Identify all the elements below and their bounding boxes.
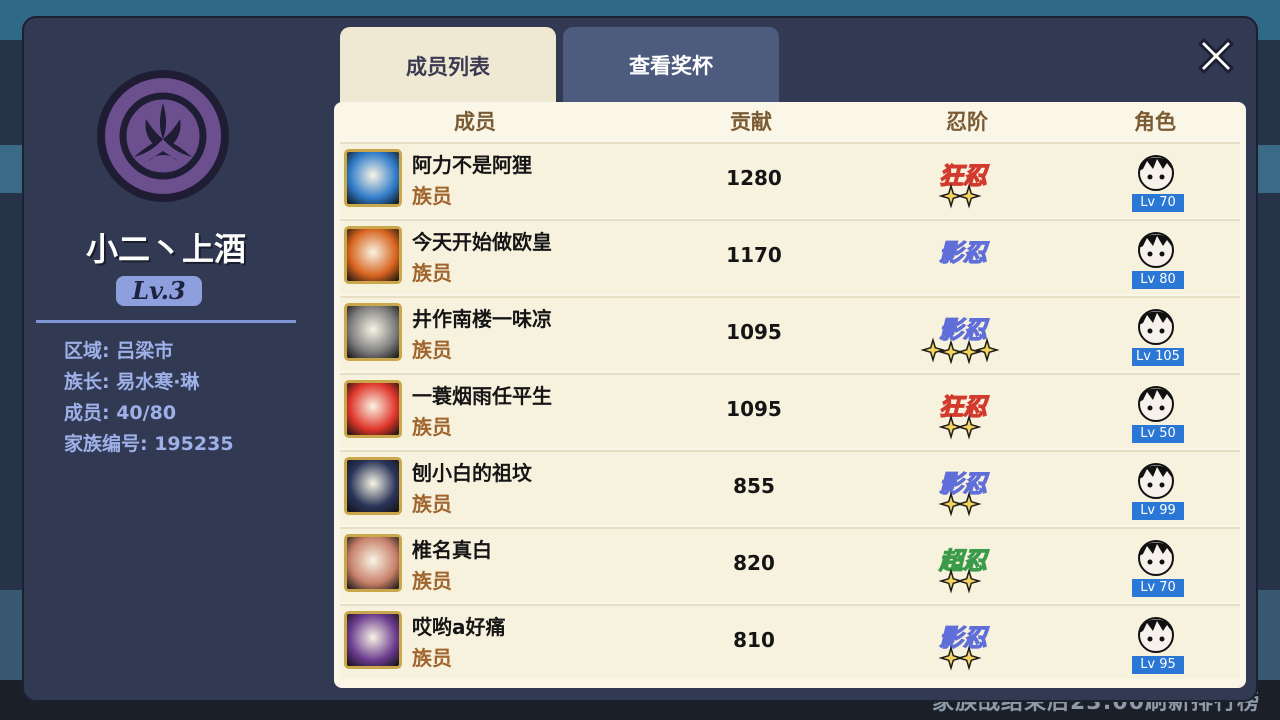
member-contribution: 855 xyxy=(733,474,775,498)
header-rank: 忍阶 xyxy=(946,110,988,134)
table-row[interactable]: 今天开始做欧皇 族员 1170 影忍 Lv 80 xyxy=(340,219,1240,294)
table-row[interactable]: 椎名真白族员 820 超忍 Lv 70 xyxy=(340,527,1240,602)
member-name: 椎名真白 xyxy=(412,538,492,562)
member-avatar[interactable] xyxy=(344,457,402,515)
character-portrait-icon[interactable] xyxy=(1129,224,1183,272)
clan-region: 区域: 吕梁市 xyxy=(64,340,174,362)
member-role: 族员 xyxy=(412,261,452,285)
member-role: 族员 xyxy=(412,415,452,439)
rank-text: 超忍 xyxy=(938,546,990,575)
divider xyxy=(36,320,296,323)
tab-member-list[interactable]: 成员列表 xyxy=(340,27,556,105)
table-row[interactable]: 阿力不是阿狸 族员 1280 狂忍 Lv 70 xyxy=(340,142,1240,217)
table-header: 成员 贡献 忍阶 角色 xyxy=(334,102,1246,140)
member-role: 族员 xyxy=(412,646,452,670)
member-contribution: 810 xyxy=(733,628,775,652)
member-name: 刨小白的祖坟 xyxy=(412,461,532,485)
member-avatar[interactable] xyxy=(344,226,402,284)
clan-name: 小二丶上酒 xyxy=(85,230,246,268)
header-member: 成员 xyxy=(454,110,496,134)
member-name: 一蓑烟雨任平生 xyxy=(412,384,552,408)
character-level: Lv 99 xyxy=(1132,502,1184,520)
member-contribution: 820 xyxy=(733,551,775,575)
rank-text: 影忍 xyxy=(939,469,990,498)
clan-level-badge: Lv.3 xyxy=(116,276,202,306)
clan-leader: 族长: 易水寒·琳 xyxy=(64,371,200,393)
character-portrait-icon[interactable] xyxy=(1129,455,1183,503)
character-level: Lv 70 xyxy=(1132,194,1184,212)
clan-emblem-icon xyxy=(119,92,207,180)
header-character: 角色 xyxy=(1134,110,1176,134)
rank-badge: 狂忍 xyxy=(938,391,991,440)
close-button[interactable] xyxy=(1192,32,1240,80)
member-role: 族员 xyxy=(412,184,452,208)
rank-badge: 影忍 xyxy=(938,622,991,671)
rank-text: 影忍 xyxy=(939,315,990,344)
member-avatar[interactable] xyxy=(344,149,402,207)
member-contribution: 1170 xyxy=(726,243,782,267)
character-portrait-icon[interactable] xyxy=(1129,378,1183,426)
rank-badge: 影忍 xyxy=(938,237,990,267)
rank-text: 影忍 xyxy=(939,238,990,267)
member-avatar[interactable] xyxy=(344,380,402,438)
character-level: Lv 70 xyxy=(1132,579,1184,597)
clan-info-list: 区域: 吕梁市 族长: 易水寒·琳 成员: 40/80 家族编号: 195235 xyxy=(64,336,234,460)
table-row[interactable]: 井作南楼一味凉 族员 1095 影忍 Lv 105 xyxy=(340,296,1240,371)
header-contribution: 贡献 xyxy=(730,110,772,134)
character-level: Lv 95 xyxy=(1132,656,1184,674)
clan-id: 家族编号: 195235 xyxy=(64,433,234,455)
tab-view-trophy[interactable]: 查看奖杯 xyxy=(563,27,779,103)
member-avatar[interactable] xyxy=(344,611,402,669)
rank-text: 影忍 xyxy=(939,623,990,652)
member-role: 族员 xyxy=(412,492,452,516)
member-avatar[interactable] xyxy=(344,534,402,592)
member-contribution: 1095 xyxy=(726,397,782,421)
member-contribution: 1280 xyxy=(726,166,782,190)
member-name: 井作南楼一味凉 xyxy=(412,307,552,331)
character-portrait-icon[interactable] xyxy=(1129,609,1183,657)
member-role: 族员 xyxy=(412,338,452,362)
rank-badge: 狂忍 xyxy=(938,160,991,209)
rank-badge: 影忍 xyxy=(938,468,991,517)
table-row[interactable]: 刨小白的祖坟 族员 855 影忍 Lv 99 xyxy=(340,450,1240,525)
character-level: Lv 80 xyxy=(1132,271,1184,289)
member-name: 今天开始做欧皇 xyxy=(412,230,552,254)
character-level: Lv 50 xyxy=(1132,425,1184,443)
member-contribution: 1095 xyxy=(726,320,782,344)
character-level: Lv 105 xyxy=(1132,348,1184,366)
character-portrait-icon[interactable] xyxy=(1129,301,1183,349)
member-name: 哎哟a好痛 xyxy=(412,615,506,639)
member-name: 阿力不是阿狸 xyxy=(412,153,532,177)
rank-text: 狂忍 xyxy=(939,392,990,421)
member-role: 族员 xyxy=(412,569,452,593)
star-icon xyxy=(956,339,982,364)
member-table: 成员 贡献 忍阶 角色 阿力不是阿狸 族员 1280 狂忍 Lv 70 今天开始做欧皇 族员… xyxy=(334,102,1246,688)
clan-member-count: 成员: 40/80 xyxy=(64,402,177,424)
table-row[interactable]: 哎哟a好痛族员 810 影忍 Lv 95 xyxy=(340,604,1240,679)
close-icon xyxy=(1198,38,1234,74)
rank-badge: 影忍 xyxy=(920,314,1000,364)
character-portrait-icon[interactable] xyxy=(1129,532,1183,580)
rank-badge: 超忍 xyxy=(937,545,991,594)
rank-text: 狂忍 xyxy=(939,161,990,190)
character-portrait-icon[interactable] xyxy=(1129,147,1183,195)
clan-emblem xyxy=(97,70,229,202)
table-row[interactable]: 一蓑烟雨任平生 族员 1095 狂忍 Lv 50 xyxy=(340,373,1240,448)
member-avatar[interactable] xyxy=(344,303,402,361)
